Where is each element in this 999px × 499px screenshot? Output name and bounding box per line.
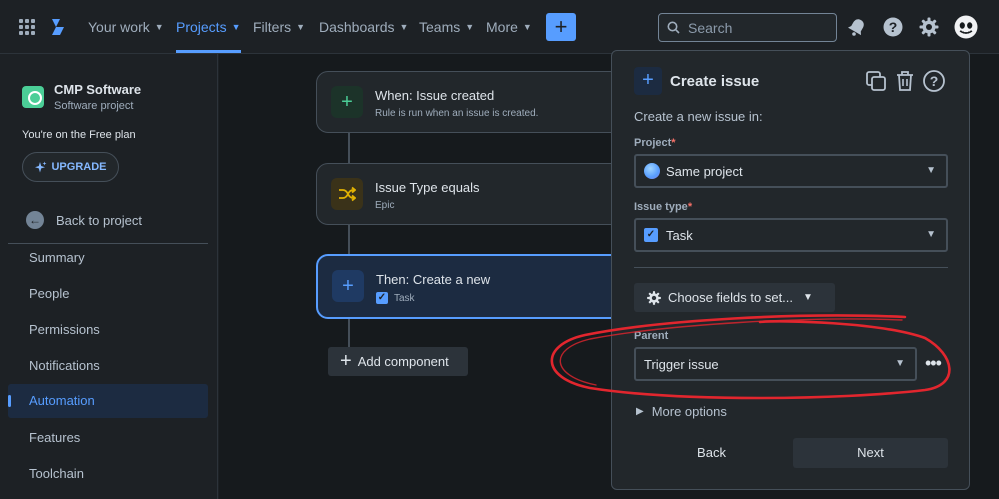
next-button[interactable]: Next (793, 438, 948, 468)
more-actions-icon[interactable]: ••• (925, 353, 942, 374)
chevron-right-icon: ▶ (636, 406, 644, 417)
rule-connector (348, 133, 350, 163)
search-input[interactable]: Search (658, 13, 837, 42)
app-switcher-icon[interactable] (19, 19, 35, 35)
nav-teams[interactable]: Teams ▼ (419, 0, 474, 54)
sidebar-item-people[interactable]: People (8, 277, 208, 311)
help-icon[interactable]: ? (922, 69, 946, 93)
chevron-down-icon: ▼ (231, 22, 241, 32)
rule-action-card[interactable]: + Then: Create a new ✓ Task (316, 254, 626, 319)
nav-dashboards[interactable]: Dashboards ▼ (319, 0, 408, 54)
sidebar-item-notifications[interactable]: Notifications (8, 349, 208, 383)
notifications-icon[interactable] (846, 16, 868, 38)
project-select[interactable]: Same project ▼ (634, 154, 948, 188)
chevron-down-icon: ▼ (465, 22, 475, 32)
create-button[interactable]: + (546, 13, 576, 41)
sidebar-item-toolchain[interactable]: Toolchain (8, 457, 208, 491)
project-sidebar: CMP Software Software project You're on … (0, 54, 218, 499)
issue-type-field-label: Issue type* (634, 201, 693, 213)
panel-divider (634, 267, 948, 268)
jira-logo[interactable] (48, 17, 68, 37)
nav-projects[interactable]: Projects ▼ (176, 0, 241, 54)
chevron-down-icon: ▼ (399, 22, 409, 32)
back-to-project-link[interactable]: ← Back to project (26, 211, 142, 229)
task-type-icon: ✓ (644, 228, 658, 242)
project-avatar-icon (22, 86, 44, 108)
search-icon (667, 21, 680, 34)
create-issue-panel: + Create issue ? Create a new issue in: … (611, 50, 970, 490)
plus-icon: + (331, 86, 363, 118)
chevron-down-icon: ▼ (154, 22, 164, 32)
avatar[interactable] (954, 15, 978, 39)
nav-filters[interactable]: Filters ▼ (253, 0, 305, 54)
settings-gear-icon[interactable] (918, 16, 940, 38)
arrow-left-icon: ← (26, 211, 44, 229)
sidebar-item-automation[interactable]: Automation (8, 384, 208, 418)
svg-text:?: ? (889, 19, 898, 35)
project-name: CMP Software (54, 82, 142, 97)
chevron-down-icon: ▼ (296, 22, 306, 32)
rule-connector (348, 225, 350, 255)
sparkle-icon (35, 161, 47, 172)
project-field-label: Project* (634, 137, 676, 149)
chevron-down-icon: ▼ (926, 165, 936, 176)
help-icon[interactable]: ? (882, 16, 904, 38)
add-component-button[interactable]: + Add component (328, 347, 468, 376)
parent-select[interactable]: Trigger issue ▼ (634, 347, 917, 381)
back-button[interactable]: Back (634, 438, 789, 468)
plus-icon: + (340, 350, 352, 372)
plus-icon: + (332, 270, 364, 302)
svg-text:?: ? (930, 73, 939, 89)
sidebar-item-summary[interactable]: Summary (8, 241, 208, 275)
duplicate-icon[interactable] (864, 69, 888, 93)
project-globe-icon (644, 163, 660, 179)
top-navigation: Your work ▼ Projects ▼ Filters ▼ Dashboards… (0, 0, 999, 54)
nav-more[interactable]: More ▼ (486, 0, 532, 54)
task-type-icon: ✓ (376, 292, 388, 304)
upgrade-button[interactable]: UPGRADE (22, 152, 119, 182)
shuffle-icon (331, 178, 363, 210)
chevron-down-icon: ▼ (522, 22, 532, 32)
chevron-down-icon: ▼ (926, 229, 936, 240)
panel-intro: Create a new issue in: (634, 109, 763, 124)
plan-notice: You're on the Free plan (22, 129, 136, 141)
panel-title: Create issue (670, 73, 760, 90)
rule-trigger-card[interactable]: + When: Issue created Rule is run when a… (316, 71, 626, 133)
chevron-down-icon: ▼ (895, 358, 905, 369)
project-type: Software project (54, 100, 134, 112)
issue-type-select[interactable]: ✓ Task ▼ (634, 218, 948, 252)
rule-connector (348, 319, 350, 347)
rule-condition-card[interactable]: Issue Type equals Epic (316, 163, 626, 225)
more-options-toggle[interactable]: ▶ More options (636, 404, 727, 419)
sidebar-item-permissions[interactable]: Permissions (8, 313, 208, 347)
delete-icon[interactable] (893, 69, 917, 93)
plus-icon: + (634, 67, 662, 95)
choose-fields-button[interactable]: Choose fields to set... ▼ (634, 283, 835, 312)
sidebar-item-features[interactable]: Features (8, 421, 208, 455)
parent-field-label: Parent (634, 330, 669, 342)
gear-icon (647, 290, 661, 305)
nav-your-work[interactable]: Your work ▼ (88, 0, 164, 54)
chevron-down-icon: ▼ (803, 292, 813, 303)
